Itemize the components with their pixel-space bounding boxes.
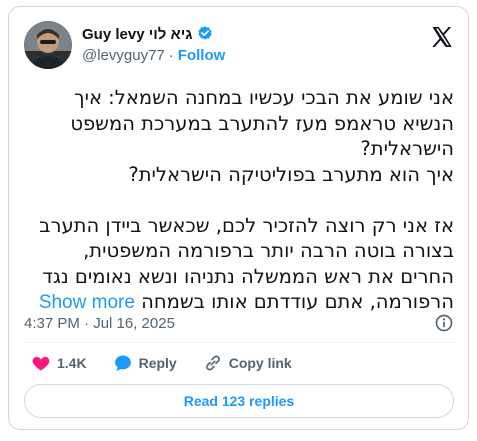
copy-link-button[interactable]: Copy link [203,353,292,373]
tweet-line: אני שומע את הבכי עכשיו במחנה השמאל: איך [74,86,454,109]
follow-button[interactable]: Follow [178,47,226,64]
tweet-header: Guy levy גיא לוי @levyguy77 · Follow [24,21,454,71]
tweet-line: בצורה בוטה הרבה יותר ברפורמה המשפטית, [83,239,454,262]
handle[interactable]: @levyguy77 [82,47,165,64]
tweet-line-last: הרפורמה, אתם עודדתם אותו בשמחה Show more [24,289,454,315]
timestamp[interactable]: 4:37 PM · Jul 16, 2025 [24,315,175,332]
tweet-line: הישראלית? [360,137,454,160]
tweet-line: החרים את ראש הממשלה נתניהו ונשא נאומים נ… [42,264,454,288]
tweet-card[interactable]: Guy levy גיא לוי @levyguy77 · Follow אני… [8,6,469,430]
read-replies-button[interactable]: Read 123 replies [24,384,454,418]
reply-label: Reply [138,355,177,371]
reply-bubble-icon [114,355,131,371]
avatar[interactable] [24,21,72,69]
tweet-line: הרפורמה, אתם עודדתם אותו בשמחה [141,290,454,313]
tweet-text: אני שומע את הבכי עכשיו במחנה השמאל: איך … [24,85,454,315]
reply-button[interactable]: Reply [113,353,177,373]
divider [24,342,454,343]
info-icon[interactable] [434,313,454,333]
tweet-line: הנשיא טראמפ מעז להתערב במערכת המשפט [70,111,454,135]
name-row: Guy levy גיא לוי [82,25,214,43]
action-bar: 1.4K Reply Copy link [31,351,318,375]
tweet-line: אז אני רק רוצה להזכיר לכם, שכאשר ביידן ה… [39,213,454,237]
copy-link-label: Copy link [228,355,292,371]
like-count: 1.4K [57,355,87,371]
read-replies-label: Read 123 replies [183,393,295,409]
tweet-meta: 4:37 PM · Jul 16, 2025 [24,313,454,333]
display-name[interactable]: Guy levy גיא לוי [82,26,192,43]
like-button[interactable]: 1.4K [31,353,87,373]
tweet-line: איך הוא מתערב בפוליטיקה הישראלית? [128,162,454,186]
separator: · [168,47,174,64]
show-more-link[interactable]: Show more [39,292,135,313]
heart-icon [32,356,50,371]
link-icon [205,355,220,371]
verified-badge-icon [196,25,214,43]
x-logo-icon[interactable] [430,25,454,49]
handle-row: @levyguy77 · Follow [82,47,225,64]
